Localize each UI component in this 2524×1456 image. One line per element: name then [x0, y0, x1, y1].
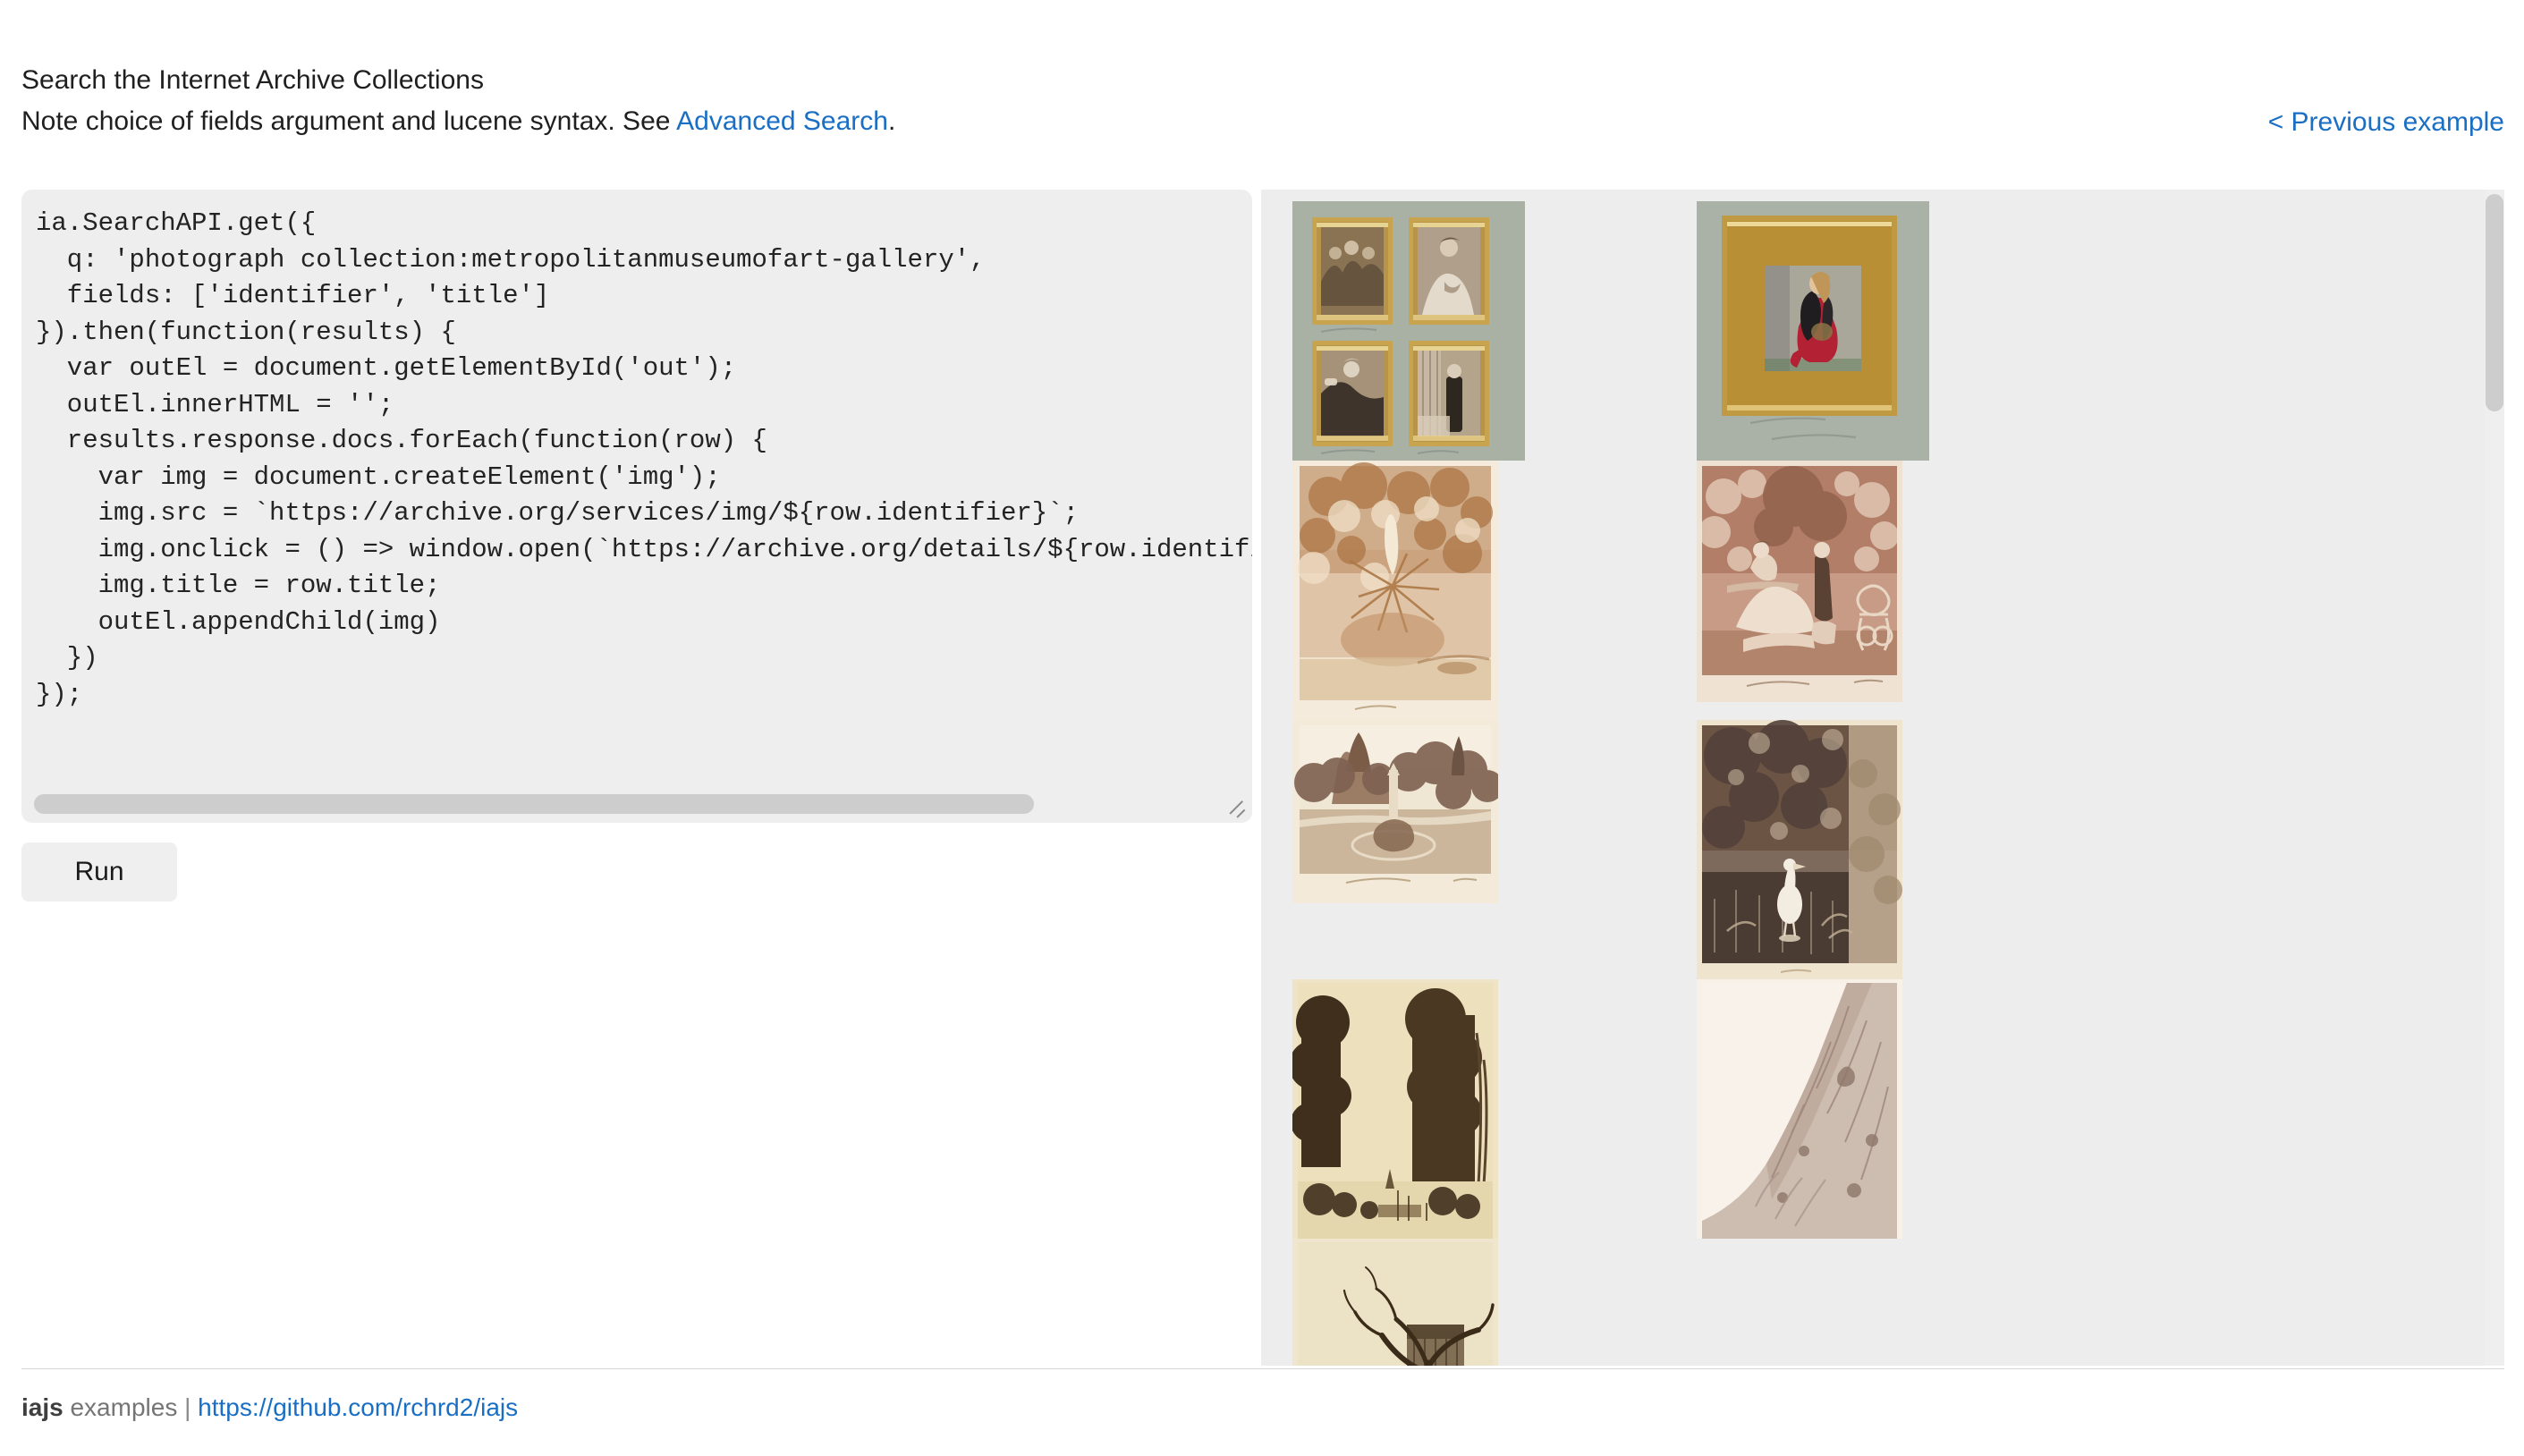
salt-print-garden-obelisk-fountain-icon[interactable] — [1292, 720, 1498, 903]
subtitle-text-after: . — [888, 106, 895, 136]
result-image-salt-print-bare-tree-and-tower[interactable] — [1292, 1239, 1697, 1366]
code-editor-content[interactable]: ia.SearchAPI.get({ q: 'photograph collec… — [36, 206, 1252, 713]
album-page-four-gold-framed-portraits-icon[interactable] — [1292, 201, 1525, 461]
result-image-salt-print-rocky-slope[interactable] — [1697, 979, 2101, 1239]
page-subtitle: Note choice of fields argument and lucen… — [21, 108, 895, 135]
output-vertical-scrollbar-thumb[interactable] — [2486, 194, 2503, 411]
app-root: Search the Internet Archive Collections … — [0, 0, 2524, 1456]
footer-github-link[interactable]: https://github.com/rchrd2/iajs — [198, 1393, 518, 1421]
salt-print-bare-tree-and-tower-icon[interactable] — [1292, 1239, 1498, 1366]
footer-brand: iajs — [21, 1393, 64, 1421]
editor-horizontal-scrollbar-thumb[interactable] — [34, 794, 1034, 814]
result-image-salt-print-heron-by-pond[interactable] — [1697, 720, 2101, 979]
page-title: Search the Internet Archive Collections — [21, 67, 484, 94]
footer-examples-label: examples — [64, 1393, 184, 1421]
result-image-salt-print-garden-obelisk-fountain[interactable] — [1292, 720, 1697, 979]
salt-print-yucca-garden-icon[interactable] — [1292, 461, 1498, 720]
results-image-grid — [1292, 201, 2473, 1366]
page-header: Search the Internet Archive Collections … — [0, 0, 2524, 161]
result-image-salt-print-trees-distant-town[interactable] — [1292, 979, 1697, 1239]
footer: iajs examples | https://github.com/rchrd… — [21, 1395, 518, 1420]
result-image-gold-mounted-hand-colored-portrait[interactable] — [1697, 201, 2101, 461]
result-image-salt-print-couple-in-garden[interactable] — [1697, 461, 2101, 720]
result-image-salt-print-yucca-garden[interactable] — [1292, 461, 1697, 720]
salt-print-couple-in-garden-icon[interactable] — [1697, 461, 1902, 702]
salt-print-heron-by-pond-icon[interactable] — [1697, 720, 1902, 979]
subtitle-text-before: Note choice of fields argument and lucen… — [21, 106, 676, 136]
footer-separator: | — [184, 1393, 198, 1421]
footer-divider — [21, 1368, 2504, 1369]
previous-example-link[interactable]: < Previous example — [2268, 107, 2504, 138]
resize-handle-icon[interactable] — [1226, 797, 1249, 820]
salt-print-trees-distant-town-icon[interactable] — [1292, 979, 1498, 1239]
code-editor-textarea[interactable]: ia.SearchAPI.get({ q: 'photograph collec… — [21, 190, 1252, 823]
run-button[interactable]: Run — [21, 842, 177, 902]
salt-print-rocky-slope-icon[interactable] — [1697, 979, 1902, 1239]
gold-mounted-hand-colored-portrait-icon[interactable] — [1697, 201, 1929, 461]
output-results-panel — [1261, 190, 2504, 1366]
result-image-album-page-four-gold-framed-portraits[interactable] — [1292, 201, 1697, 461]
advanced-search-link[interactable]: Advanced Search — [676, 106, 888, 136]
